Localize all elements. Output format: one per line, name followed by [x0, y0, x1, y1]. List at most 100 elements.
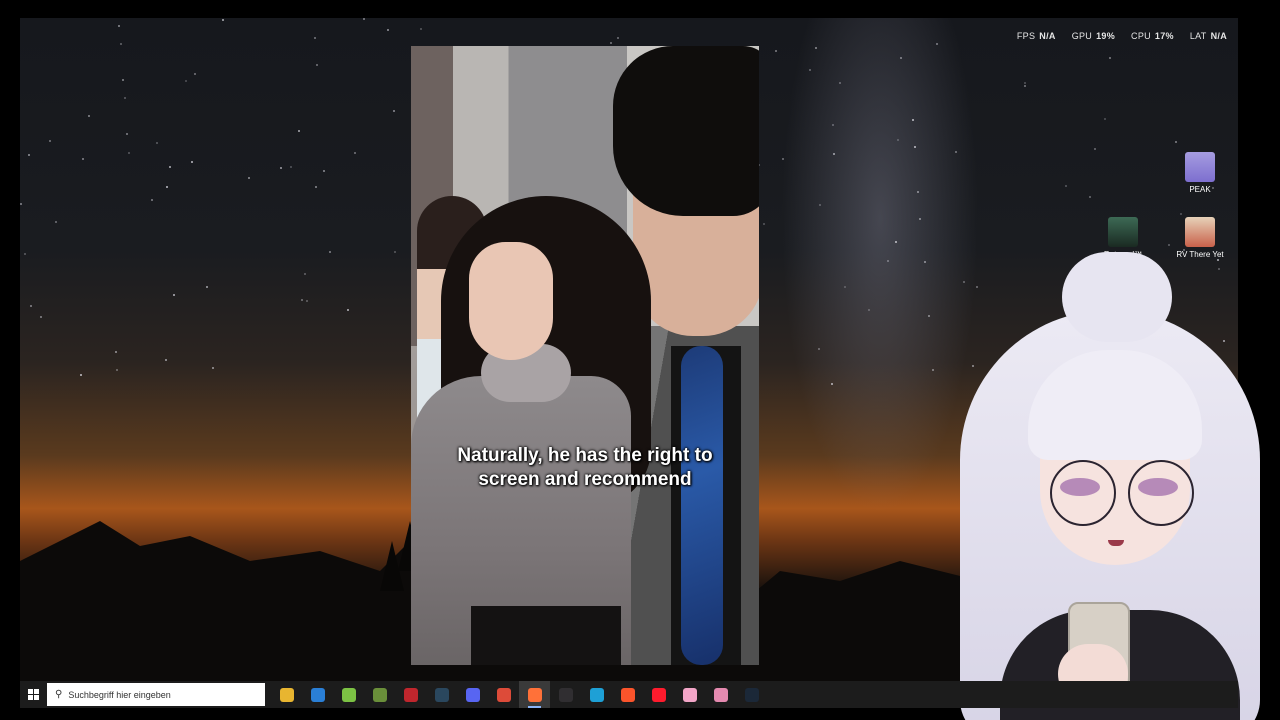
star [122, 79, 124, 81]
latency-stat: LAT N/A [1189, 31, 1227, 41]
star [914, 146, 916, 148]
star [782, 158, 784, 160]
taskbar-app-button[interactable] [364, 681, 395, 708]
star [156, 142, 158, 144]
star [329, 251, 331, 253]
rv-there-yet-game-icon [1185, 217, 1215, 247]
brave-icon [620, 687, 635, 702]
desktop-icon-label: PEAK [1189, 185, 1211, 194]
taskbar-app-button[interactable] [333, 681, 364, 708]
taskbar-app-button[interactable] [426, 681, 457, 708]
taskbar-app-button[interactable] [612, 681, 643, 708]
star [222, 19, 224, 21]
star [290, 166, 292, 168]
star [936, 43, 938, 45]
taskbar-app-button[interactable] [674, 681, 705, 708]
android-app-icon [341, 687, 356, 702]
star [833, 153, 835, 155]
star [1104, 118, 1106, 120]
star [118, 25, 120, 27]
star [1180, 213, 1182, 215]
video-man-tie [681, 346, 723, 665]
avatar-hair-bun [1062, 252, 1172, 342]
star [315, 186, 317, 188]
taskbar-app-button[interactable] [736, 681, 767, 708]
star [1109, 57, 1111, 59]
star [832, 124, 834, 126]
star [1175, 141, 1177, 143]
performance-overlay: FPS N/A GPU 19% CPU 17% LAT N/A [1017, 31, 1227, 41]
star [809, 69, 811, 71]
star [900, 57, 902, 59]
peak-game-icon [1185, 152, 1215, 182]
taskbar-app-button[interactable] [519, 681, 550, 708]
video-woman-skirt [471, 606, 621, 665]
star [912, 119, 914, 121]
desktop-icon-peak[interactable]: PEAK [1170, 152, 1230, 194]
video-woman-face [469, 242, 553, 360]
star [1065, 185, 1067, 187]
taskbar-app-button[interactable] [705, 681, 736, 708]
taskbar: ⚲ Suchbegriff hier eingeben [20, 681, 1238, 708]
gpu-stat: GPU 19% [1071, 31, 1116, 41]
star [763, 223, 765, 225]
star [1024, 85, 1026, 87]
star [151, 199, 153, 201]
star [897, 139, 899, 141]
obs-icon [558, 687, 573, 702]
star [126, 133, 128, 135]
star [24, 253, 26, 255]
steam-icon [434, 687, 449, 702]
star [932, 369, 934, 371]
minecraft-icon [372, 687, 387, 702]
star [924, 261, 926, 263]
taskbar-app-button[interactable] [302, 681, 333, 708]
taskbar-search[interactable]: ⚲ Suchbegriff hier eingeben [47, 683, 265, 706]
fps-stat: FPS N/A [1016, 31, 1056, 41]
star [354, 152, 356, 154]
star [169, 166, 171, 168]
cpu-stat: CPU 17% [1131, 31, 1174, 41]
vtuber-avatar [940, 250, 1280, 720]
avatar-glasses-left [1050, 460, 1116, 526]
star [844, 286, 846, 288]
star [191, 161, 193, 163]
steam-icon [744, 687, 759, 702]
star [20, 203, 22, 205]
star [819, 204, 821, 206]
star [347, 309, 349, 311]
search-placeholder: Suchbegriff hier eingeben [68, 689, 171, 700]
star [30, 305, 32, 307]
star [173, 294, 175, 296]
star [775, 50, 777, 52]
star [248, 177, 250, 179]
taskbar-app-button[interactable] [550, 681, 581, 708]
video-subtitle: Naturally, he has the right to screen an… [411, 444, 759, 492]
taskbar-app-button[interactable] [395, 681, 426, 708]
star [1094, 148, 1096, 150]
star [88, 115, 90, 117]
star [895, 241, 897, 243]
star [818, 348, 820, 350]
star [166, 186, 168, 188]
star [868, 309, 870, 311]
firefox-icon [527, 687, 542, 702]
star [839, 82, 841, 84]
taskbar-app-button[interactable] [271, 681, 302, 708]
subtitle-line-1: Naturally, he has the right to [457, 445, 713, 466]
taskbar-app-button[interactable] [457, 681, 488, 708]
star [194, 73, 196, 75]
star [955, 151, 957, 153]
game-launcher-icon [403, 687, 418, 702]
star [617, 37, 619, 39]
taskbar-app-button[interactable] [581, 681, 612, 708]
star [49, 140, 51, 142]
star [1089, 196, 1091, 198]
taskbar-app-button[interactable] [643, 681, 674, 708]
star [82, 158, 84, 160]
star [206, 286, 208, 288]
video-player[interactable]: Naturally, he has the right to screen an… [411, 46, 759, 665]
star [120, 43, 122, 45]
taskbar-app-button[interactable] [488, 681, 519, 708]
start-button[interactable] [22, 681, 44, 708]
